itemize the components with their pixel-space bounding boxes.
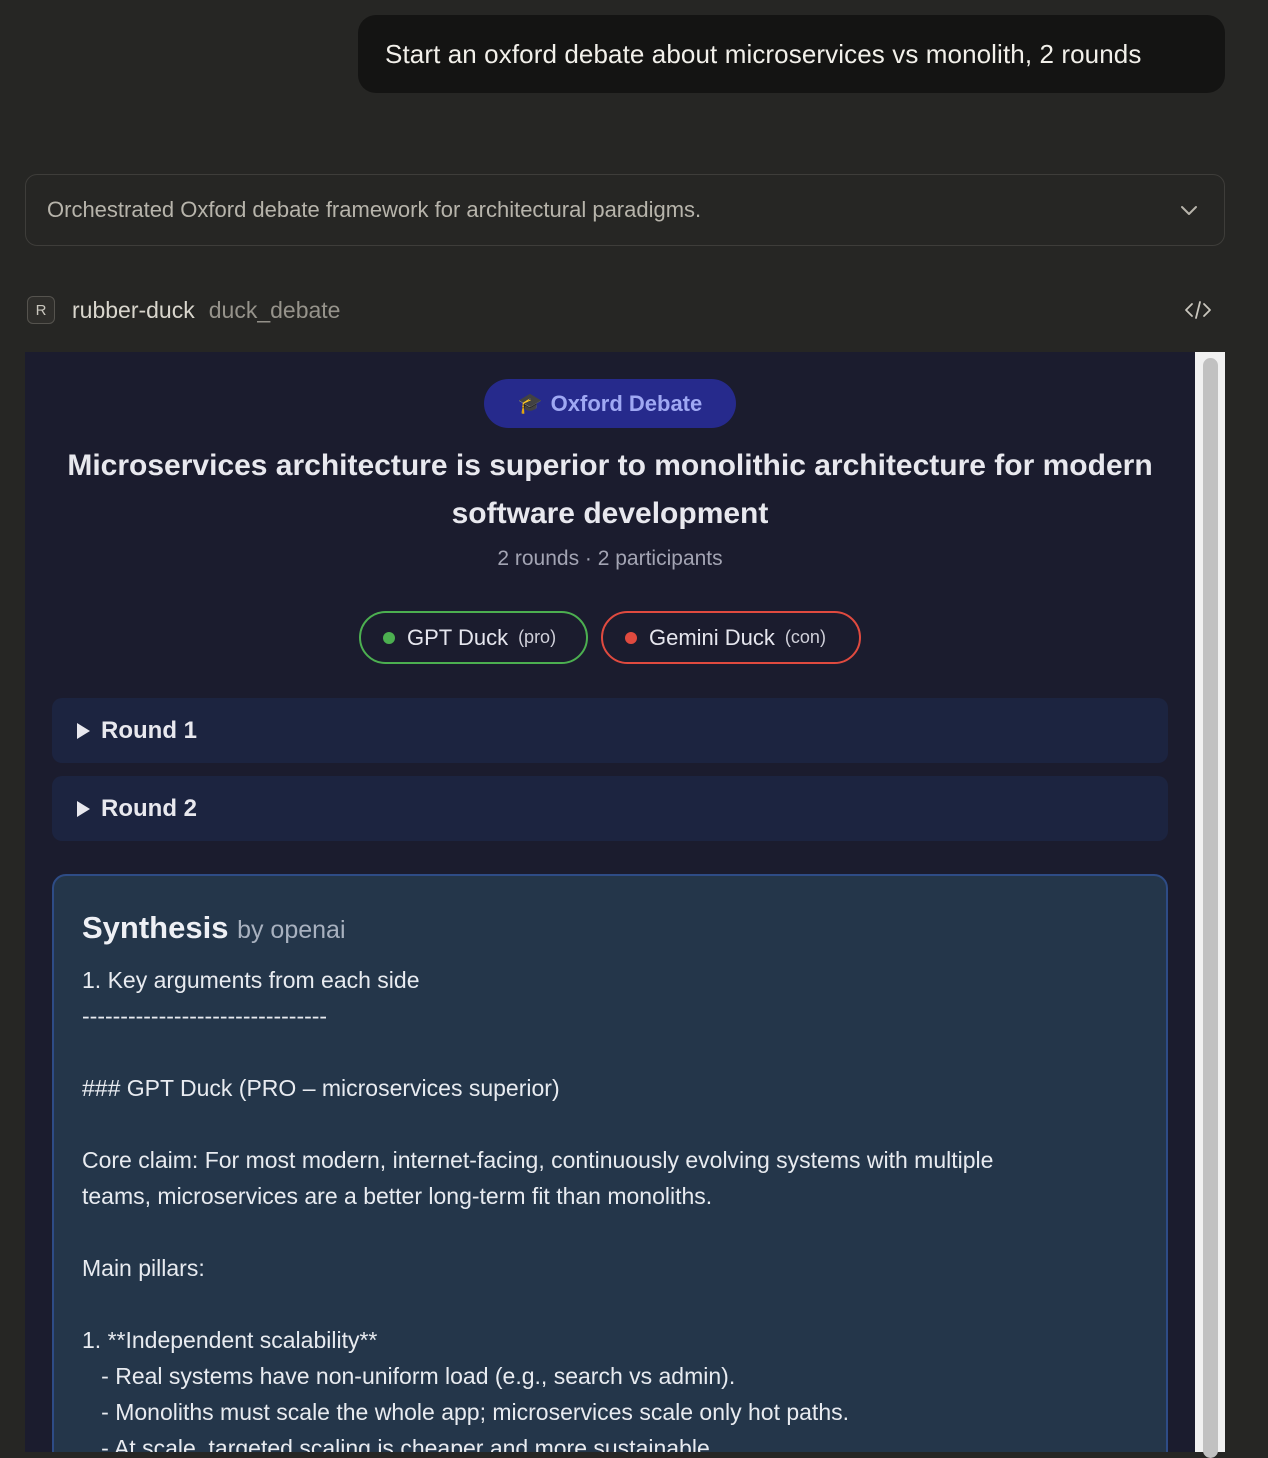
synthesis-heading: Synthesis by openai xyxy=(82,910,1138,948)
user-message: Start an oxford debate about microservic… xyxy=(358,15,1225,93)
participant-name: GPT Duck xyxy=(407,624,509,650)
round-label: Round 1 xyxy=(101,716,197,744)
code-icon[interactable] xyxy=(1181,294,1215,326)
scrollbar-thumb[interactable] xyxy=(1203,358,1218,1458)
synthesis-author: by openai xyxy=(237,916,346,944)
graduation-cap-icon: 🎓 xyxy=(517,393,543,415)
participant-role: (pro) xyxy=(518,627,557,647)
tool-server-name: rubber-duck xyxy=(72,296,195,323)
synthesis-title: Synthesis xyxy=(82,910,229,945)
participant-role: (con) xyxy=(784,627,826,647)
participant-chip-pro: GPT Duck (pro) xyxy=(359,611,588,664)
round-2-toggle[interactable]: Round 2 xyxy=(52,776,1168,841)
synthesis-card: Synthesis by openai 1. Key arguments fro… xyxy=(52,874,1168,1452)
format-badge: 🎓 Oxford Debate xyxy=(484,379,736,428)
status-dot-icon xyxy=(383,631,395,644)
disclosure-triangle-icon xyxy=(77,800,90,817)
synthesis-body: 1. Key arguments from each side --------… xyxy=(82,967,994,1452)
tool-call-header: R rubber-duck duck_debate xyxy=(27,290,1225,330)
tool-badge: R xyxy=(27,296,55,324)
chevron-down-icon[interactable] xyxy=(1176,197,1202,223)
debate-motion: Microservices architecture is superior t… xyxy=(67,449,1153,530)
participant-name: Gemini Duck xyxy=(649,624,775,650)
thinking-summary-text: Orchestrated Oxford debate framework for… xyxy=(47,197,702,222)
debate-meta: 2 rounds · 2 participants xyxy=(497,547,723,570)
tool-function-name: duck_debate xyxy=(208,296,341,323)
thinking-summary[interactable]: Orchestrated Oxford debate framework for… xyxy=(25,174,1225,246)
round-label: Round 2 xyxy=(101,794,197,822)
participant-chip-con: Gemini Duck (con) xyxy=(601,611,861,664)
scrollbar[interactable] xyxy=(1195,352,1225,1458)
user-message-text: Start an oxford debate about microservic… xyxy=(385,38,1142,69)
debate-panel: 🎓 Oxford Debate Microservices architectu… xyxy=(25,352,1195,1452)
format-label: Oxford Debate xyxy=(550,390,703,416)
status-dot-icon xyxy=(625,631,637,644)
disclosure-triangle-icon xyxy=(77,722,90,739)
round-1-toggle[interactable]: Round 1 xyxy=(52,698,1168,763)
